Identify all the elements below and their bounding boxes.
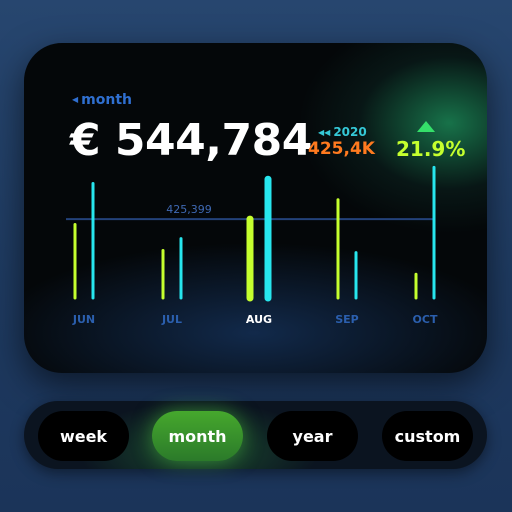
custom-button[interactable]: custom	[382, 411, 473, 461]
year-button[interactable]: year	[267, 411, 358, 461]
x-tick-aug[interactable]: AUG	[246, 313, 272, 326]
revenue-card: ◀ month € 544,784 ◀◀ 2020 425,4K 21.9% 425…	[24, 43, 487, 373]
x-tick-oct[interactable]: OCT	[413, 313, 438, 326]
week-button[interactable]: week	[38, 411, 129, 461]
x-tick-sep[interactable]: SEP	[335, 313, 359, 326]
period-segmented-control: week month year custom	[24, 401, 487, 469]
month-button[interactable]: month	[152, 411, 243, 461]
bar-chart: 425,399 JUN JUL AUG SEP OCT	[66, 165, 438, 326]
x-tick-jun[interactable]: JUN	[72, 313, 95, 326]
x-tick-jul[interactable]: JUL	[161, 313, 182, 326]
reference-line-label: 425,399	[166, 203, 212, 216]
